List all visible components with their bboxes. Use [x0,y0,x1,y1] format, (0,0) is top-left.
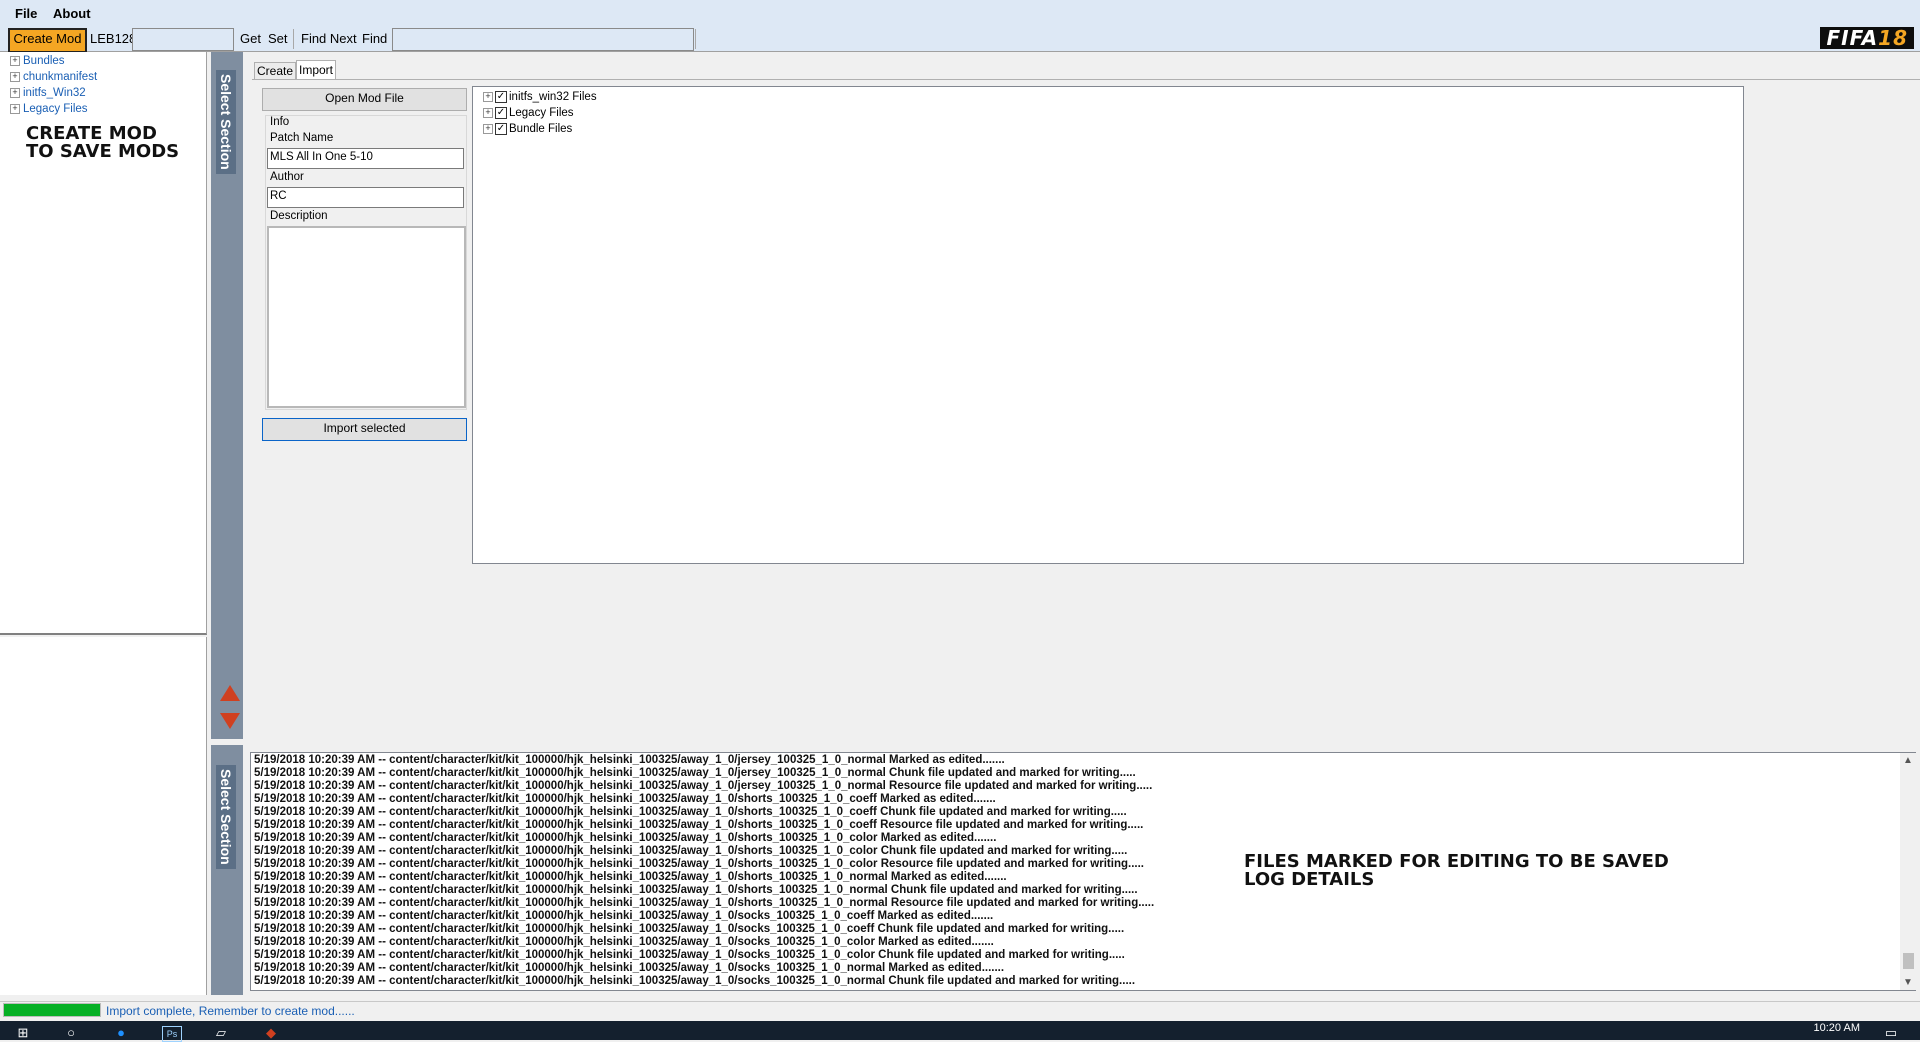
expand-icon[interactable]: + [10,55,20,66]
notification-icon[interactable]: ▭ [1882,1026,1900,1040]
tab-create[interactable]: Create [254,62,296,80]
windows-start-icon[interactable]: ⊞ [14,1026,32,1040]
tree-note-line2: TO SAVE MODS [26,141,180,162]
description-field[interactable] [267,226,466,408]
log-line: 5/19/2018 10:20:39 AM -- content/charact… [254,793,996,805]
search-icon[interactable]: ○ [62,1026,80,1040]
file-group-label: Legacy Files [509,107,574,119]
find-label: Find [362,31,388,46]
toolbar-separator [695,29,696,49]
tree-item-bundles[interactable]: + Bundles [10,55,65,71]
tree-item-chunkmanifest[interactable]: + chunkmanifest [10,71,97,87]
preview-pane [0,637,207,995]
app-icon[interactable]: ◆ [262,1026,280,1040]
menu-about[interactable]: About [53,6,91,21]
logo-number: 18 [1878,26,1908,50]
log-line: 5/19/2018 10:20:39 AM -- content/charact… [254,936,994,948]
description-label: Description [270,210,328,222]
file-group-initfs[interactable]: + ✓ initfs_win32 Files [483,90,597,105]
import-selected-button[interactable]: Import selected [262,418,467,441]
checkbox-bundle[interactable]: ✓ [495,122,507,135]
open-mod-file-button[interactable]: Open Mod File [262,88,467,111]
log-overlay-note: FILES MARKED FOR EDITING TO BE SAVED LOG… [1244,853,1724,889]
progress-fill [4,1004,100,1016]
scroll-thumb[interactable] [1903,953,1914,969]
log-line: 5/19/2018 10:20:39 AM -- content/charact… [254,754,1005,766]
expand-icon[interactable]: + [483,123,493,134]
file-group-label: initfs_win32 Files [509,91,597,103]
expand-icon[interactable]: + [483,91,493,102]
expand-icon[interactable]: + [483,107,493,118]
progress-bar [3,1003,101,1017]
create-mod-button[interactable]: Create Mod [8,28,87,53]
logo-text: FIFA [1826,26,1879,50]
log-note-line2: LOG DETAILS [1244,869,1375,890]
menu-bar: File About [0,0,1920,26]
get-button[interactable]: Get [240,28,261,49]
find-next-button[interactable]: Find Next [301,28,357,49]
pin-icon[interactable]: ▱ [212,1026,230,1040]
file-group-label: Bundle Files [509,123,573,135]
patch-name-label: Patch Name [270,132,334,144]
info-heading: Info [270,116,290,128]
tree-item-label: initfs_Win32 [23,87,86,99]
scroll-down-icon[interactable]: ▼ [1903,977,1913,988]
expand-icon[interactable]: + [10,71,20,82]
author-field[interactable]: RC [267,187,464,208]
taskbar [0,1021,1920,1040]
toolbar: Create Mod LEB128 Get Set Find Next Find [0,26,1920,53]
log-line: 5/19/2018 10:20:39 AM -- content/charact… [254,806,1127,818]
author-label: Author [270,171,304,183]
section-label[interactable]: Select Section [216,765,236,869]
tree-item-label: Bundles [23,55,65,67]
find-input[interactable] [392,28,694,51]
section-bar-top[interactable]: Select Section [211,52,243,739]
clock: 10:20 AM [1813,1022,1860,1034]
log-line: 5/19/2018 10:20:39 AM -- content/charact… [254,767,1136,779]
arrow-down-icon[interactable] [220,713,240,729]
log-line: 5/19/2018 10:20:39 AM -- content/charact… [254,819,1144,831]
set-button[interactable]: Set [268,28,288,49]
checkbox-initfs[interactable]: ✓ [495,90,507,103]
log-line: 5/19/2018 10:20:39 AM -- content/charact… [254,780,1153,792]
section-bar-bottom[interactable]: Select Section [211,745,243,995]
file-group-legacy[interactable]: + ✓ Legacy Files [483,106,574,121]
checkbox-legacy[interactable]: ✓ [495,106,507,119]
skype-icon[interactable]: ● [112,1026,130,1040]
log-line: 5/19/2018 10:20:39 AM -- content/charact… [254,910,994,922]
patch-name-field[interactable]: MLS All In One 5-10 [267,148,464,169]
log-line: 5/19/2018 10:20:39 AM -- content/charact… [254,962,1005,974]
section-label[interactable]: Select Section [216,70,236,174]
log-line: 5/19/2018 10:20:39 AM -- content/charact… [254,949,1125,961]
tree-overlay-note: CREATE MOD TO SAVE MODS [26,125,206,161]
expand-icon[interactable]: + [10,103,20,114]
tab-import[interactable]: Import [296,60,336,80]
log-scrollbar[interactable]: ▲ ▼ [1900,753,1917,990]
fifa-logo: FIFA18 [1820,27,1914,49]
toolbar-separator [293,29,294,49]
tree-item-legacy[interactable]: + Legacy Files [10,103,88,119]
scroll-up-icon[interactable]: ▲ [1903,755,1913,766]
arrow-up-icon[interactable] [220,685,240,701]
menu-file[interactable]: File [15,6,37,21]
cipher-label: LEB128 [90,31,137,46]
log-line: 5/19/2018 10:20:39 AM -- content/charact… [254,897,1155,909]
status-text: Import complete, Remember to create mod.… [106,1004,355,1018]
tree-item-label: chunkmanifest [23,71,98,83]
tree-item-label: Legacy Files [23,103,88,115]
log-line: 5/19/2018 10:20:39 AM -- content/charact… [254,923,1125,935]
cipher-input[interactable] [132,28,234,51]
log-line: 5/19/2018 10:20:39 AM -- content/charact… [254,832,997,844]
log-line: 5/19/2018 10:20:39 AM -- content/charact… [254,975,1136,987]
tree-item-initfs[interactable]: + initfs_Win32 [10,87,86,103]
expand-icon[interactable]: + [10,87,20,98]
file-group-bundle[interactable]: + ✓ Bundle Files [483,122,572,137]
import-files-tree[interactable]: + ✓ initfs_win32 Files + ✓ Legacy Files + ✓ Bu… [472,86,1744,564]
